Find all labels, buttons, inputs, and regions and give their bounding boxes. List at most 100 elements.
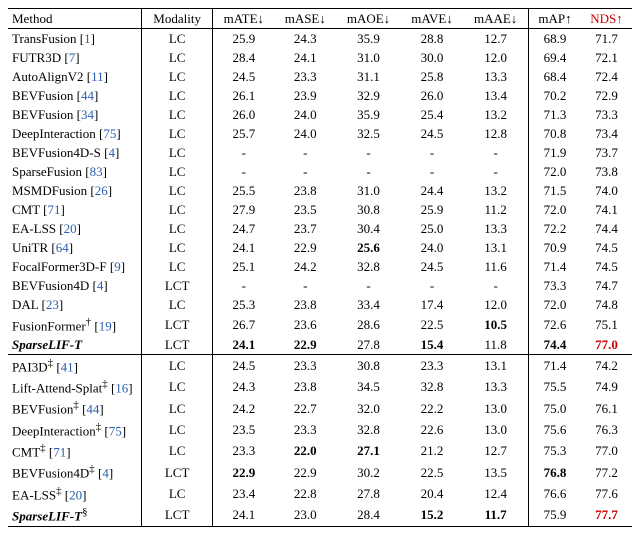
citation-link[interactable]: 11: [91, 69, 104, 84]
mase-cell: 22.9: [274, 462, 336, 483]
nds-cell: 72.4: [581, 67, 632, 86]
table-row: EA-LSS‡ [20]LC23.422.827.820.412.476.677…: [8, 483, 632, 504]
citation-link[interactable]: 71: [48, 202, 61, 217]
map-cell: 71.5: [528, 181, 581, 200]
mave-cell: 24.0: [401, 238, 463, 257]
citation-link[interactable]: 20: [69, 487, 82, 502]
citation-link[interactable]: 7: [69, 50, 76, 65]
col-map: mAP↑: [528, 9, 581, 29]
mase-cell: 22.0: [274, 441, 336, 462]
col-method: Method: [8, 9, 142, 29]
table-row: DAL [23]LC25.323.833.417.412.072.074.8: [8, 295, 632, 314]
nds-cell: 77.2: [581, 462, 632, 483]
map-cell: 72.0: [528, 295, 581, 314]
nds-cell: 74.2: [581, 355, 632, 377]
modality-cell: LC: [142, 48, 213, 67]
maae-cell: 12.4: [463, 483, 528, 504]
citation-link[interactable]: 20: [64, 221, 77, 236]
citation-link[interactable]: 1: [84, 31, 91, 46]
citation-link[interactable]: 4: [97, 278, 104, 293]
table-row: UniTR [64]LC24.122.925.624.013.170.974.5: [8, 238, 632, 257]
mave-cell: 22.5: [401, 314, 463, 335]
citation-link[interactable]: 16: [115, 380, 128, 395]
citation-link[interactable]: 19: [99, 318, 112, 333]
maae-cell: 13.1: [463, 238, 528, 257]
nds-cell: 77.7: [581, 505, 632, 527]
mate-cell: 24.3: [213, 377, 275, 398]
citation-link[interactable]: 44: [81, 88, 94, 103]
mase-cell: 23.5: [274, 200, 336, 219]
citation-link[interactable]: 41: [61, 359, 74, 374]
maoe-cell: 32.8: [336, 419, 401, 440]
mate-cell: -: [213, 143, 275, 162]
modality-cell: LC: [142, 67, 213, 86]
mase-cell: 23.9: [274, 86, 336, 105]
citation-link[interactable]: 75: [103, 126, 116, 141]
col-mate: mATE↓: [213, 9, 275, 29]
mave-cell: 32.8: [401, 377, 463, 398]
table-row: FusionFormer† [19]LCT26.723.628.622.510.…: [8, 314, 632, 335]
citation-link[interactable]: 4: [102, 466, 109, 481]
maae-cell: 13.3: [463, 67, 528, 86]
citation-link[interactable]: 71: [53, 444, 66, 459]
maoe-cell: 32.5: [336, 124, 401, 143]
col-nds: NDS↑: [581, 9, 632, 29]
map-cell: 72.0: [528, 162, 581, 181]
citation-link[interactable]: 34: [81, 107, 94, 122]
mase-cell: 22.8: [274, 483, 336, 504]
table-row: FUTR3D [7]LC28.424.131.030.012.069.472.1: [8, 48, 632, 67]
citation-link[interactable]: 4: [108, 145, 115, 160]
map-cell: 75.5: [528, 377, 581, 398]
table-row: EA-LSS [20]LC24.723.730.425.013.372.274.…: [8, 219, 632, 238]
maoe-cell: -: [336, 276, 401, 295]
maoe-cell: 30.8: [336, 200, 401, 219]
table-row: Lift-Attend-Splat‡ [16]LC24.323.834.532.…: [8, 377, 632, 398]
table-row: SparseLIF-T§LCT24.123.028.415.211.775.97…: [8, 505, 632, 527]
col-maae: mAAE↓: [463, 9, 528, 29]
maoe-cell: 35.9: [336, 29, 401, 49]
map-cell: 70.2: [528, 86, 581, 105]
mate-cell: 23.5: [213, 419, 275, 440]
maae-cell: 13.0: [463, 419, 528, 440]
citation-link[interactable]: 75: [109, 423, 122, 438]
col-mave: mAVE↓: [401, 9, 463, 29]
modality-cell: LC: [142, 419, 213, 440]
mate-cell: 25.1: [213, 257, 275, 276]
map-cell: 71.4: [528, 355, 581, 377]
map-cell: 69.4: [528, 48, 581, 67]
mate-cell: 25.9: [213, 29, 275, 49]
method-cell: BEVFusion [44]: [8, 86, 142, 105]
citation-link[interactable]: 26: [95, 183, 108, 198]
nds-cell: 76.3: [581, 419, 632, 440]
method-cell: DAL [23]: [8, 295, 142, 314]
maoe-cell: 27.8: [336, 335, 401, 355]
citation-link[interactable]: 64: [56, 240, 69, 255]
modality-cell: LC: [142, 441, 213, 462]
mate-cell: 24.1: [213, 238, 275, 257]
method-cell: BEVFusion [34]: [8, 105, 142, 124]
method-cell: SparseLIF-T: [8, 335, 142, 355]
mate-cell: 24.7: [213, 219, 275, 238]
nds-cell: 75.1: [581, 314, 632, 335]
mave-cell: 20.4: [401, 483, 463, 504]
method-cell: PAI3D‡ [41]: [8, 355, 142, 377]
map-cell: 68.9: [528, 29, 581, 49]
modality-cell: LC: [142, 124, 213, 143]
map-cell: 71.9: [528, 143, 581, 162]
mase-cell: 24.0: [274, 124, 336, 143]
table-row: SparseLIF-TLCT24.122.927.815.411.874.477…: [8, 335, 632, 355]
method-cell: CMT‡ [71]: [8, 441, 142, 462]
method-cell: SparseLIF-T§: [8, 505, 142, 527]
citation-link[interactable]: 83: [90, 164, 103, 179]
table-row: DeepInteraction‡ [75]LC23.523.332.822.61…: [8, 419, 632, 440]
col-modality: Modality: [142, 9, 213, 29]
mate-cell: 22.9: [213, 462, 275, 483]
citation-link[interactable]: 9: [114, 259, 121, 274]
citation-link[interactable]: 44: [86, 402, 99, 417]
maoe-cell: 28.4: [336, 505, 401, 527]
mave-cell: 24.5: [401, 124, 463, 143]
citation-link[interactable]: 23: [46, 297, 59, 312]
map-cell: 74.4: [528, 335, 581, 355]
nds-cell: 77.0: [581, 441, 632, 462]
modality-cell: LC: [142, 355, 213, 377]
